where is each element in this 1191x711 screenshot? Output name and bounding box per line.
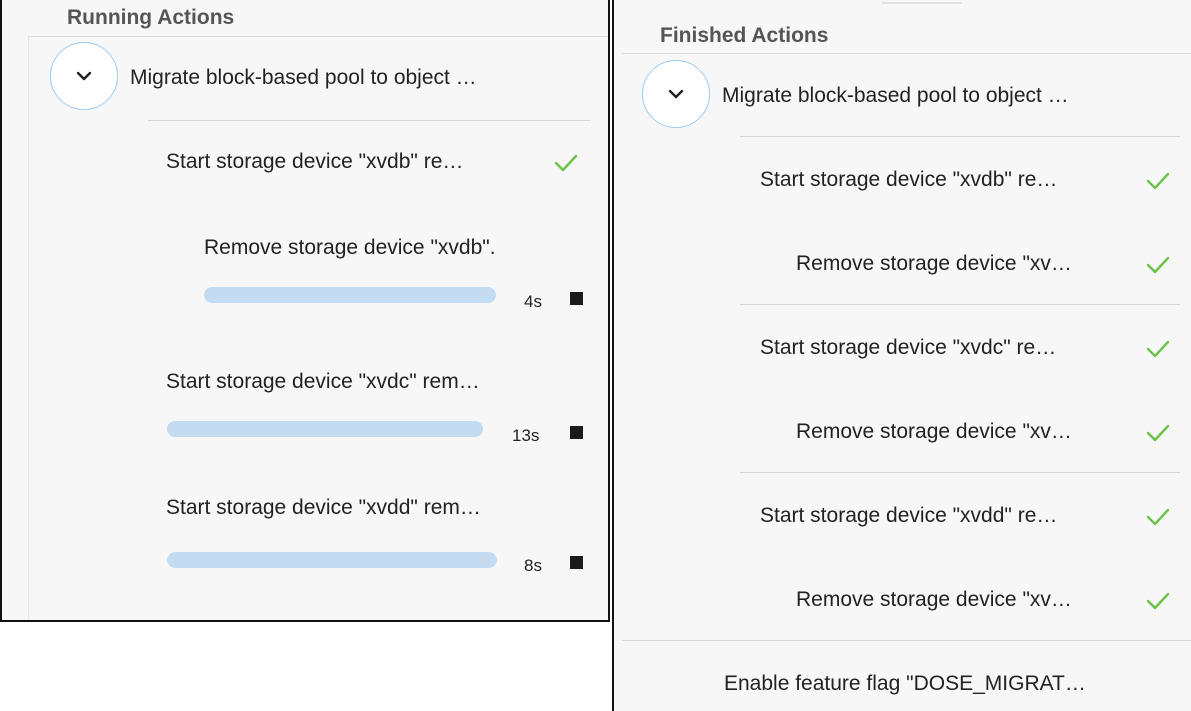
checkmark-icon bbox=[1146, 256, 1170, 274]
action-progress-bar bbox=[167, 421, 483, 437]
stop-icon[interactable] bbox=[570, 292, 583, 305]
action-progress-bar bbox=[167, 552, 497, 568]
panel-inner-rule bbox=[28, 36, 29, 620]
elapsed-time: 8s bbox=[524, 556, 542, 575]
checkmark-icon bbox=[1146, 592, 1170, 610]
group-divider bbox=[740, 304, 1180, 305]
finished-action-label: Start storage device "xvdc" re… bbox=[760, 336, 1057, 359]
checkmark-icon bbox=[554, 154, 578, 172]
checkmark-icon bbox=[1146, 508, 1170, 526]
finished-actions-title: Finished Actions bbox=[660, 24, 829, 47]
finished-group-label[interactable]: Migrate block-based pool to object … bbox=[722, 84, 1069, 108]
group-divider bbox=[740, 136, 1180, 137]
stop-icon[interactable] bbox=[570, 426, 583, 439]
header-divider bbox=[622, 53, 1191, 54]
running-group-label[interactable]: Migrate block-based pool to object … bbox=[130, 66, 477, 90]
finished-action-label: Start storage device "xvdd" re… bbox=[760, 504, 1058, 527]
running-action-label: Start storage device "xvdb" re… bbox=[166, 150, 464, 173]
chevron-down-icon bbox=[76, 71, 92, 81]
finished-actions-panel: Finished Actions Migrate block-based poo… bbox=[612, 0, 1191, 711]
finished-action-label: Remove storage device "xv… bbox=[796, 420, 1072, 443]
stop-icon[interactable] bbox=[570, 556, 583, 569]
finished-action-label: Remove storage device "xv… bbox=[796, 252, 1072, 275]
running-group-toggle[interactable] bbox=[50, 42, 118, 110]
checkmark-icon bbox=[1146, 340, 1170, 358]
group-divider bbox=[622, 640, 1191, 641]
header-divider bbox=[28, 36, 608, 37]
checkmark-icon bbox=[1146, 424, 1170, 442]
action-progress-bar bbox=[204, 287, 496, 303]
finished-action-label: Enable feature flag "DOSE_MIGRAT… bbox=[724, 672, 1086, 695]
finished-action-label: Remove storage device "xv… bbox=[796, 588, 1072, 611]
elapsed-time: 13s bbox=[512, 426, 540, 445]
running-action-label: Start storage device "xvdc" rem… bbox=[166, 370, 480, 393]
group-divider bbox=[740, 472, 1180, 473]
finished-action-label: Start storage device "xvdb" re… bbox=[760, 168, 1058, 191]
running-action-label: Start storage device "xvdd" rem… bbox=[166, 496, 481, 519]
running-actions-panel: Running Actions Migrate block-based pool… bbox=[0, 0, 610, 622]
checkmark-icon bbox=[1146, 172, 1170, 190]
running-actions-title: Running Actions bbox=[67, 6, 235, 29]
chevron-down-icon bbox=[668, 89, 684, 99]
group-divider bbox=[148, 120, 590, 121]
running-action-label: Remove storage device "xvdb". bbox=[204, 236, 496, 259]
finished-group-toggle[interactable] bbox=[642, 60, 710, 128]
top-edge-tick bbox=[882, 2, 962, 4]
elapsed-time: 4s bbox=[524, 292, 542, 311]
